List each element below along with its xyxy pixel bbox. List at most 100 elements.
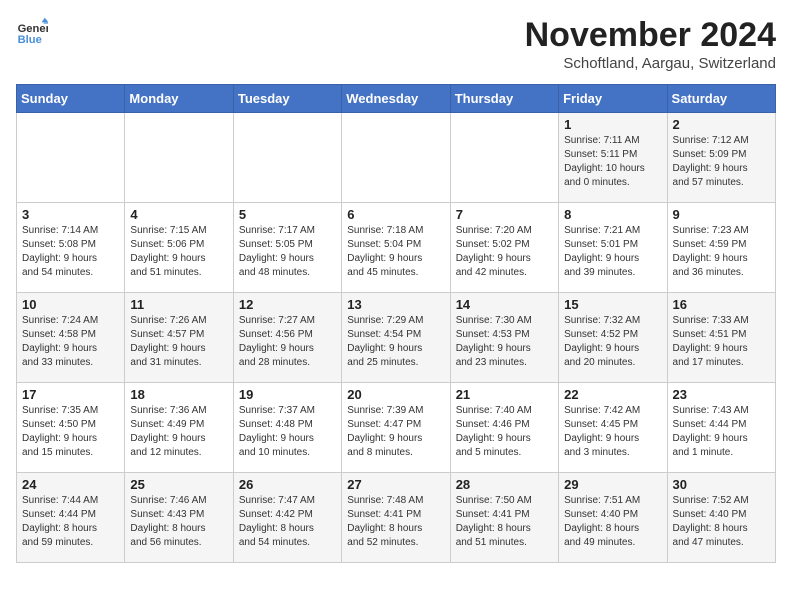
calendar-week-row: 17 Sunrise: 7:35 AM Sunset: 4:50 PM Dayli… (17, 383, 776, 473)
day-info: Sunrise: 7:26 AM Sunset: 4:57 PM Dayligh… (130, 314, 227, 370)
day-number: 2 (673, 117, 770, 132)
calendar-cell: 30 Sunrise: 7:52 AM Sunset: 4:40 PM Dayli… (667, 473, 775, 563)
day-number: 10 (22, 297, 119, 312)
day-number: 22 (564, 387, 661, 402)
calendar-cell: 20 Sunrise: 7:39 AM Sunset: 4:47 PM Dayli… (342, 383, 450, 473)
day-number: 4 (130, 207, 227, 222)
day-info: Sunrise: 7:32 AM Sunset: 4:52 PM Dayligh… (564, 314, 661, 370)
day-number: 27 (347, 477, 444, 492)
day-info: Sunrise: 7:18 AM Sunset: 5:04 PM Dayligh… (347, 224, 444, 280)
day-number: 25 (130, 477, 227, 492)
calendar-week-row: 24 Sunrise: 7:44 AM Sunset: 4:44 PM Dayli… (17, 473, 776, 563)
calendar-cell: 14 Sunrise: 7:30 AM Sunset: 4:53 PM Dayli… (450, 293, 558, 383)
day-number: 5 (239, 207, 336, 222)
svg-text:General: General (18, 23, 48, 35)
day-info: Sunrise: 7:17 AM Sunset: 5:05 PM Dayligh… (239, 224, 336, 280)
col-header-wednesday: Wednesday (342, 85, 450, 113)
calendar-week-row: 1Sunrise: 7:11 AM Sunset: 5:11 PM Daylig… (17, 113, 776, 203)
calendar-cell: 8Sunrise: 7:21 AM Sunset: 5:01 PM Daylig… (559, 203, 667, 293)
day-number: 16 (673, 297, 770, 312)
day-number: 14 (456, 297, 553, 312)
calendar-cell: 16 Sunrise: 7:33 AM Sunset: 4:51 PM Dayli… (667, 293, 775, 383)
day-info: Sunrise: 7:20 AM Sunset: 5:02 PM Dayligh… (456, 224, 553, 280)
day-info: Sunrise: 7:44 AM Sunset: 4:44 PM Dayligh… (22, 494, 119, 550)
day-info: Sunrise: 7:21 AM Sunset: 5:01 PM Dayligh… (564, 224, 661, 280)
day-number: 6 (347, 207, 444, 222)
logo: General Blue (16, 16, 48, 48)
day-info: Sunrise: 7:46 AM Sunset: 4:43 PM Dayligh… (130, 494, 227, 550)
calendar-cell: 5 Sunrise: 7:17 AM Sunset: 5:05 PM Daylig… (233, 203, 341, 293)
day-info: Sunrise: 7:51 AM Sunset: 4:40 PM Dayligh… (564, 494, 661, 550)
col-header-saturday: Saturday (667, 85, 775, 113)
day-number: 19 (239, 387, 336, 402)
day-info: Sunrise: 7:35 AM Sunset: 4:50 PM Dayligh… (22, 404, 119, 460)
calendar-cell (17, 113, 125, 203)
logo-icon: General Blue (16, 16, 48, 48)
day-info: Sunrise: 7:29 AM Sunset: 4:54 PM Dayligh… (347, 314, 444, 370)
calendar-cell: 24 Sunrise: 7:44 AM Sunset: 4:44 PM Dayli… (17, 473, 125, 563)
calendar-cell: 10 Sunrise: 7:24 AM Sunset: 4:58 PM Dayli… (17, 293, 125, 383)
day-info: Sunrise: 7:24 AM Sunset: 4:58 PM Dayligh… (22, 314, 119, 370)
calendar-cell: 29Sunrise: 7:51 AM Sunset: 4:40 PM Dayli… (559, 473, 667, 563)
calendar-cell: 1Sunrise: 7:11 AM Sunset: 5:11 PM Daylig… (559, 113, 667, 203)
day-info: Sunrise: 7:47 AM Sunset: 4:42 PM Dayligh… (239, 494, 336, 550)
day-number: 12 (239, 297, 336, 312)
calendar-cell (233, 113, 341, 203)
col-header-friday: Friday (559, 85, 667, 113)
calendar-cell: 7 Sunrise: 7:20 AM Sunset: 5:02 PM Daylig… (450, 203, 558, 293)
calendar-cell: 4 Sunrise: 7:15 AM Sunset: 5:06 PM Daylig… (125, 203, 233, 293)
location-title: Schoftland, Aargau, Switzerland (525, 55, 776, 72)
calendar-table: SundayMondayTuesdayWednesdayThursdayFrid… (16, 84, 776, 563)
day-number: 9 (673, 207, 770, 222)
col-header-thursday: Thursday (450, 85, 558, 113)
day-number: 11 (130, 297, 227, 312)
day-number: 24 (22, 477, 119, 492)
day-number: 3 (22, 207, 119, 222)
day-number: 28 (456, 477, 553, 492)
svg-text:Blue: Blue (18, 34, 42, 46)
col-header-sunday: Sunday (17, 85, 125, 113)
day-number: 26 (239, 477, 336, 492)
day-info: Sunrise: 7:15 AM Sunset: 5:06 PM Dayligh… (130, 224, 227, 280)
day-info: Sunrise: 7:33 AM Sunset: 4:51 PM Dayligh… (673, 314, 770, 370)
day-number: 21 (456, 387, 553, 402)
day-info: Sunrise: 7:12 AM Sunset: 5:09 PM Dayligh… (673, 134, 770, 190)
day-info: Sunrise: 7:52 AM Sunset: 4:40 PM Dayligh… (673, 494, 770, 550)
day-number: 18 (130, 387, 227, 402)
calendar-cell: 19 Sunrise: 7:37 AM Sunset: 4:48 PM Dayli… (233, 383, 341, 473)
day-info: Sunrise: 7:37 AM Sunset: 4:48 PM Dayligh… (239, 404, 336, 460)
calendar-cell: 18 Sunrise: 7:36 AM Sunset: 4:49 PM Dayli… (125, 383, 233, 473)
page-header: General Blue November 2024 Schoftland, A… (16, 16, 776, 72)
day-number: 13 (347, 297, 444, 312)
day-number: 23 (673, 387, 770, 402)
calendar-cell: 22Sunrise: 7:42 AM Sunset: 4:45 PM Dayli… (559, 383, 667, 473)
day-info: Sunrise: 7:23 AM Sunset: 4:59 PM Dayligh… (673, 224, 770, 280)
calendar-cell (450, 113, 558, 203)
day-info: Sunrise: 7:43 AM Sunset: 4:44 PM Dayligh… (673, 404, 770, 460)
day-info: Sunrise: 7:50 AM Sunset: 4:41 PM Dayligh… (456, 494, 553, 550)
day-number: 30 (673, 477, 770, 492)
calendar-week-row: 3 Sunrise: 7:14 AM Sunset: 5:08 PM Daylig… (17, 203, 776, 293)
day-info: Sunrise: 7:14 AM Sunset: 5:08 PM Dayligh… (22, 224, 119, 280)
title-area: November 2024 Schoftland, Aargau, Switze… (525, 16, 776, 72)
calendar-cell: 21 Sunrise: 7:40 AM Sunset: 4:46 PM Dayli… (450, 383, 558, 473)
day-info: Sunrise: 7:30 AM Sunset: 4:53 PM Dayligh… (456, 314, 553, 370)
calendar-cell: 15Sunrise: 7:32 AM Sunset: 4:52 PM Dayli… (559, 293, 667, 383)
day-info: Sunrise: 7:39 AM Sunset: 4:47 PM Dayligh… (347, 404, 444, 460)
day-info: Sunrise: 7:11 AM Sunset: 5:11 PM Dayligh… (564, 134, 661, 190)
calendar-cell: 13 Sunrise: 7:29 AM Sunset: 4:54 PM Dayli… (342, 293, 450, 383)
calendar-cell: 26 Sunrise: 7:47 AM Sunset: 4:42 PM Dayli… (233, 473, 341, 563)
day-number: 17 (22, 387, 119, 402)
day-info: Sunrise: 7:36 AM Sunset: 4:49 PM Dayligh… (130, 404, 227, 460)
day-info: Sunrise: 7:40 AM Sunset: 4:46 PM Dayligh… (456, 404, 553, 460)
day-number: 20 (347, 387, 444, 402)
day-info: Sunrise: 7:48 AM Sunset: 4:41 PM Dayligh… (347, 494, 444, 550)
calendar-week-row: 10 Sunrise: 7:24 AM Sunset: 4:58 PM Dayli… (17, 293, 776, 383)
col-header-monday: Monday (125, 85, 233, 113)
calendar-cell: 11 Sunrise: 7:26 AM Sunset: 4:57 PM Dayli… (125, 293, 233, 383)
calendar-cell: 2 Sunrise: 7:12 AM Sunset: 5:09 PM Daylig… (667, 113, 775, 203)
calendar-cell: 12Sunrise: 7:27 AM Sunset: 4:56 PM Dayli… (233, 293, 341, 383)
calendar-header-row: SundayMondayTuesdayWednesdayThursdayFrid… (17, 85, 776, 113)
calendar-cell: 27 Sunrise: 7:48 AM Sunset: 4:41 PM Dayli… (342, 473, 450, 563)
day-number: 7 (456, 207, 553, 222)
